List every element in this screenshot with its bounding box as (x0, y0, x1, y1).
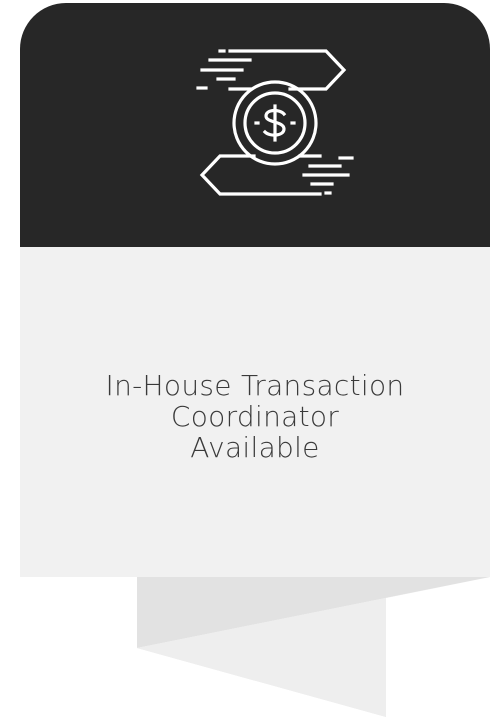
feature-label: In-House Transaction Coordinator Availab… (105, 368, 405, 464)
card-header (20, 3, 490, 247)
ribbon-tail-upper (137, 577, 490, 648)
ribbon-tail-lower (137, 598, 386, 717)
card-body: In-House Transaction Coordinator Availab… (20, 247, 490, 577)
ribbon-tail-fold (137, 577, 490, 717)
money-transfer-icon (192, 43, 358, 203)
